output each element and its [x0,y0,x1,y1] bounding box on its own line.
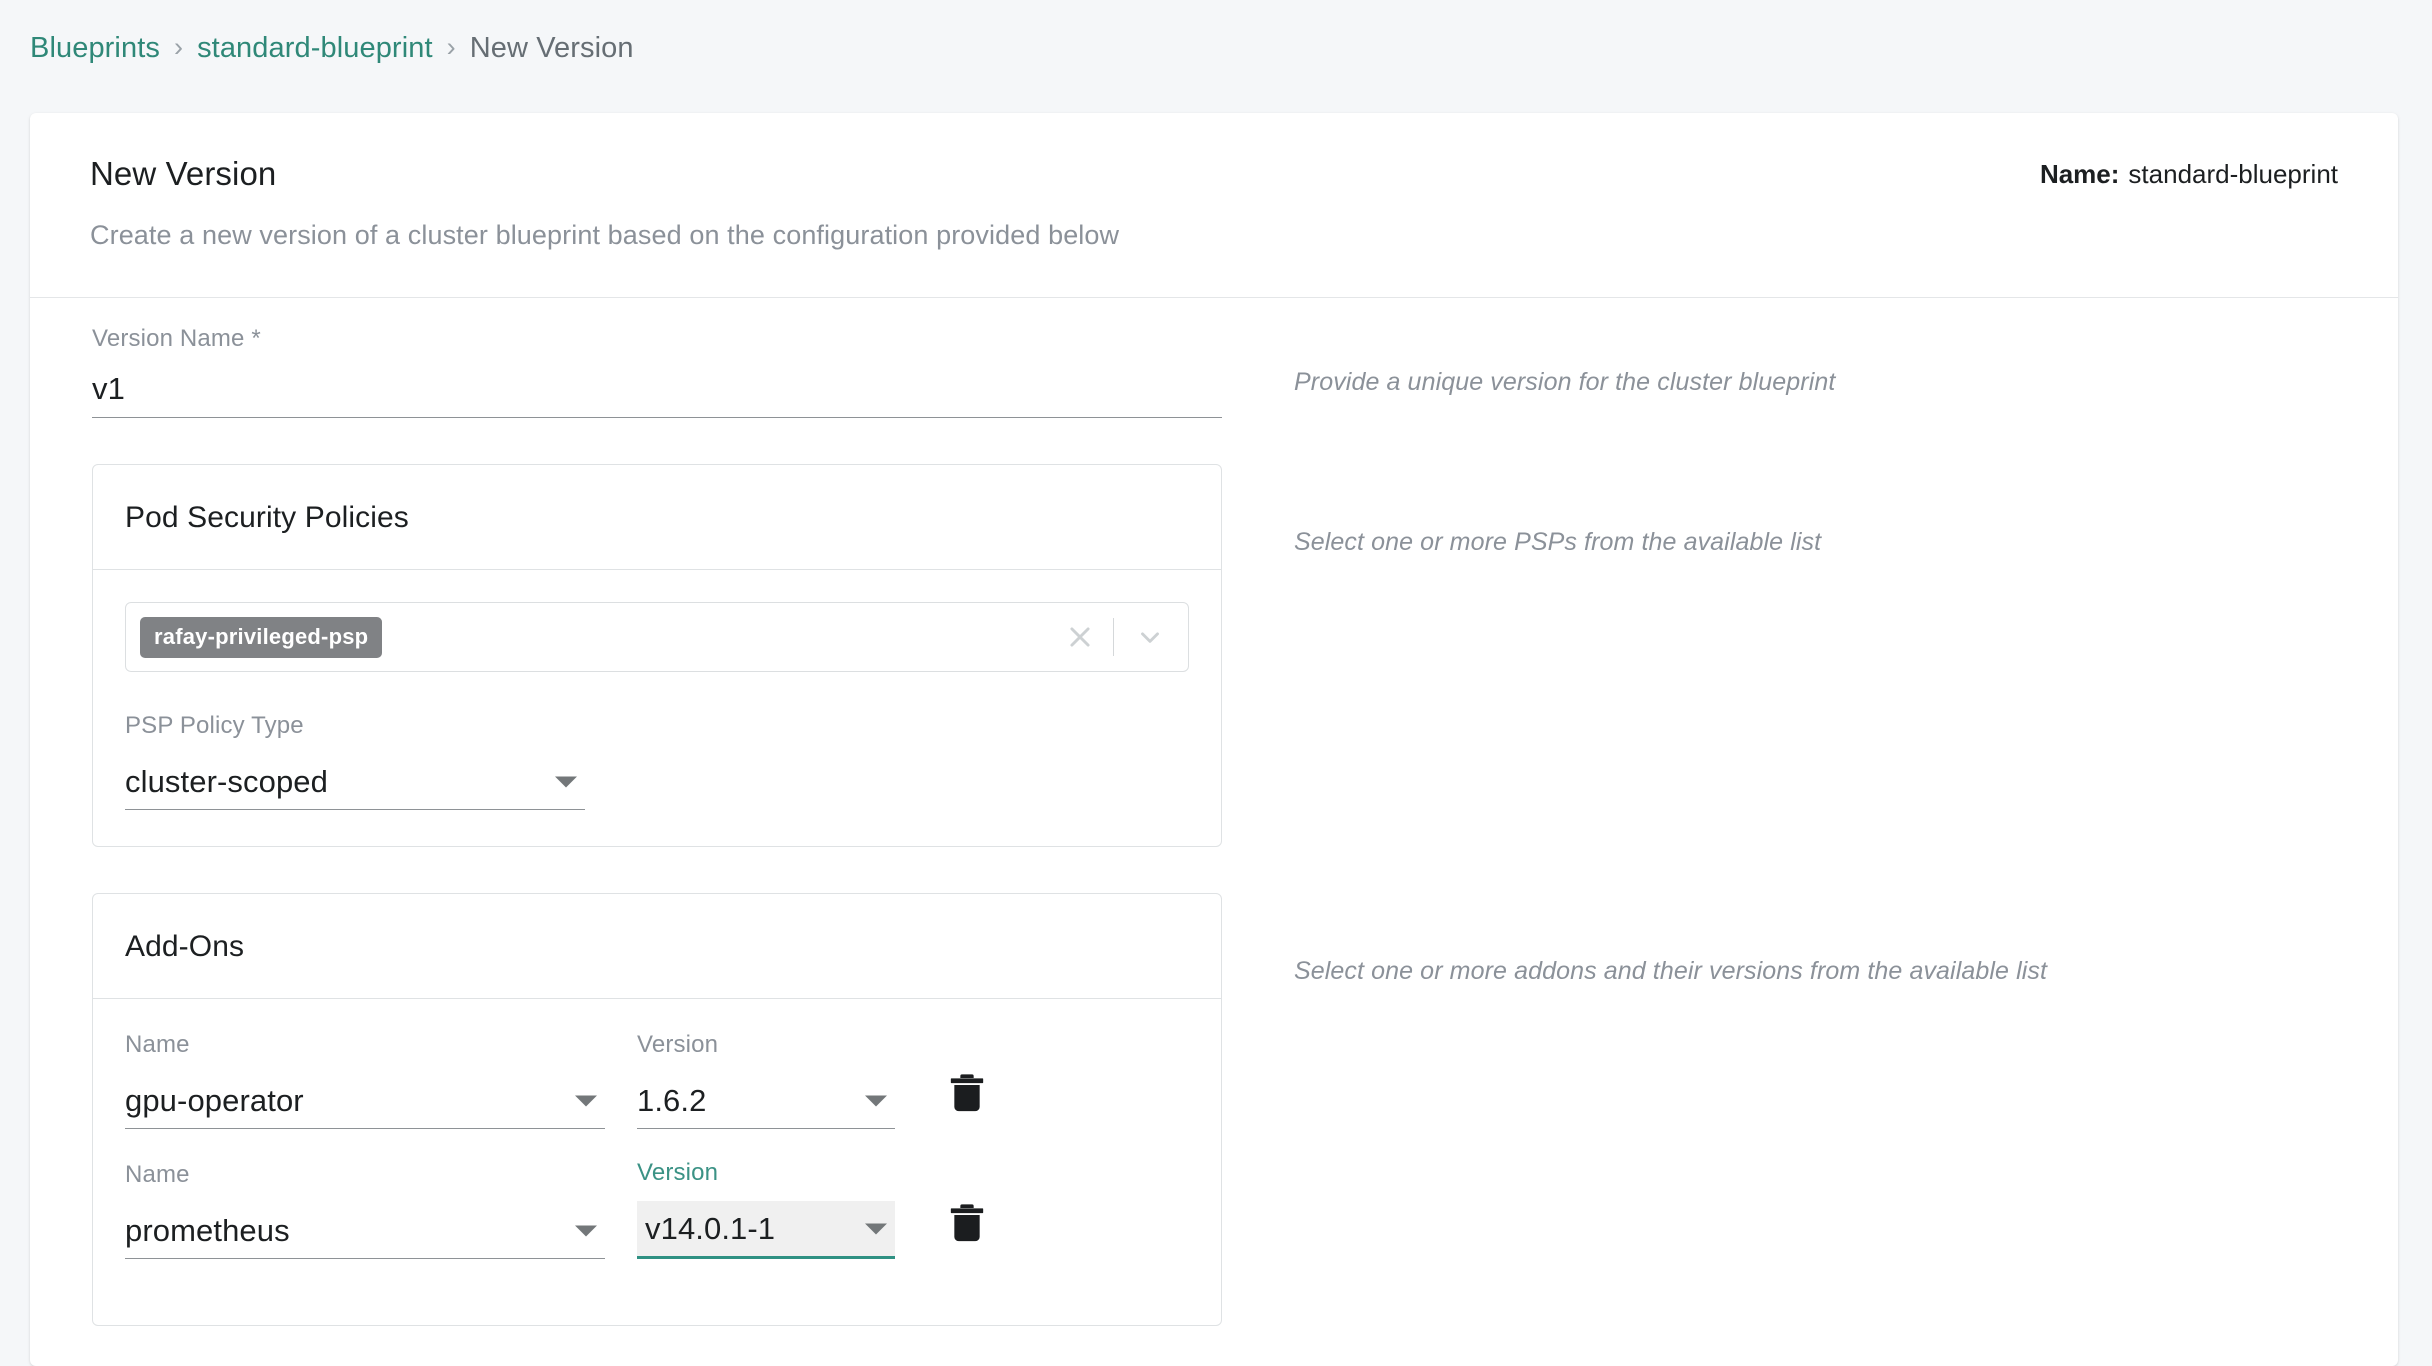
blueprint-name-value: standard-blueprint [2128,159,2338,189]
version-name-input-wrap[interactable]: v1 [92,371,1222,418]
psp-card: Pod Security Policies rafay-privileged-p… [92,464,1222,847]
addon-delete-button[interactable] [927,1071,1007,1129]
addon-version-label: Version [637,1031,719,1058]
psp-hint: Select one or more PSPs from the availab… [1294,528,1822,556]
addon-version-field: Version v14.0.1-1 [637,1159,895,1259]
breadcrumb: Blueprints › standard-blueprint › New Ve… [0,0,2432,96]
page-subtitle: Create a new version of a cluster bluepr… [90,220,1120,250]
addon-version-select[interactable]: 1.6.2 [637,1073,895,1129]
psp-policy-type-value: cluster-scoped [125,763,328,799]
breadcrumb-separator-2: › [446,31,456,62]
addon-row: Name prometheus Version v14.0.1-1 [125,1159,1189,1259]
addon-name-value: gpu-operator [125,1082,304,1118]
close-icon[interactable] [1057,614,1103,660]
addons-card-header: Add-Ons [93,894,1221,999]
version-name-field: Version Name * v1 [92,325,1222,418]
version-name-left: Version Name * v1 [30,298,1222,418]
addon-delete-button[interactable] [927,1201,1007,1259]
chevron-down-icon [575,1225,597,1236]
card-header: New Version Create a new version of a cl… [30,113,2398,298]
breadcrumb-item-blueprints[interactable]: Blueprints [30,32,160,65]
psp-multiselect[interactable]: rafay-privileged-psp [125,602,1189,672]
psp-policy-type-label: PSP Policy Type [125,712,304,739]
version-name-hint: Provide a unique version for the cluster… [1294,368,1836,396]
addon-name-value: prometheus [125,1212,290,1248]
version-name-label: Version Name * [92,325,261,352]
psp-chip-list: rafay-privileged-psp [140,616,1057,658]
addons-left: Add-Ons Name gpu-operator Version 1.6.2 … [30,847,1222,1326]
blueprint-name-block: Name: standard-blueprint [2040,159,2338,190]
version-name-row: Version Name * v1 Provide a unique versi… [30,298,2398,418]
addon-name-select[interactable]: prometheus [125,1203,605,1259]
addon-name-field: Name gpu-operator [125,1031,605,1129]
new-version-card: New Version Create a new version of a cl… [30,113,2398,1366]
breadcrumb-separator-1: › [173,31,184,62]
psp-chip[interactable]: rafay-privileged-psp [140,616,383,658]
addon-version-label: Version [637,1159,719,1186]
addon-version-select[interactable]: v14.0.1-1 [637,1201,895,1259]
addon-row: Name gpu-operator Version 1.6.2 [125,1031,1189,1129]
psp-multiselect-divider [1113,618,1114,656]
addons-card-title: Add-Ons [125,930,245,963]
addon-version-field: Version 1.6.2 [637,1031,895,1129]
card-body: Version Name * v1 Provide a unique versi… [30,298,2398,1366]
psp-right: Select one or more PSPs from the availab… [1222,418,2398,557]
addons-right: Select one or more addons and their vers… [1222,847,2398,986]
addon-version-value: 1.6.2 [637,1082,707,1118]
chevron-down-icon[interactable] [1124,614,1176,660]
version-name-right: Provide a unique version for the cluster… [1222,298,2398,397]
chevron-down-icon [575,1095,597,1106]
psp-policy-type-select[interactable]: cluster-scoped [125,754,585,810]
chevron-down-icon [865,1223,887,1234]
psp-policy-type-field: PSP Policy Type cluster-scoped [125,712,585,810]
psp-left: Pod Security Policies rafay-privileged-p… [30,418,1222,847]
addon-name-field: Name prometheus [125,1161,605,1259]
chevron-down-icon [555,776,577,787]
addons-row: Add-Ons Name gpu-operator Version 1.6.2 … [30,847,2398,1326]
psp-card-header: Pod Security Policies [93,465,1221,570]
psp-card-body: rafay-privileged-psp PSP Policy Type clu… [93,570,1221,846]
addons-card-body: Name gpu-operator Version 1.6.2 Name pro… [93,999,1221,1325]
addons-card: Add-Ons Name gpu-operator Version 1.6.2 … [92,893,1222,1326]
breadcrumb-item-standard-blueprint[interactable]: standard-blueprint [197,32,433,65]
addon-name-select[interactable]: gpu-operator [125,1073,605,1129]
blueprint-name-label: Name: [2039,159,2120,189]
addons-hint: Select one or more addons and their vers… [1294,957,2048,985]
page-title: New Version [90,155,277,192]
psp-card-title: Pod Security Policies [125,501,409,534]
trash-icon [950,1204,984,1242]
trash-icon [950,1074,984,1112]
chevron-down-icon [865,1095,887,1106]
addon-name-label: Name [125,1031,190,1058]
addon-name-label: Name [125,1161,190,1188]
version-name-input[interactable]: v1 [92,371,1222,417]
breadcrumb-item-new-version: New Version [469,31,634,64]
psp-multiselect-actions [1057,611,1182,663]
pod-security-policies-row: Pod Security Policies rafay-privileged-p… [30,418,2398,847]
